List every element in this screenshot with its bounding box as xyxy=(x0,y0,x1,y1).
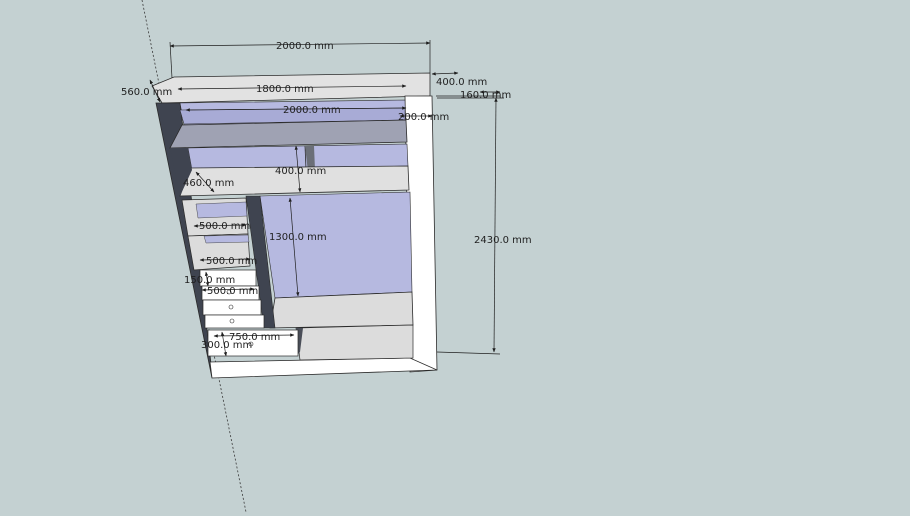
dim-top-width: 2000.0 mm xyxy=(276,41,334,52)
dim-top-depth-left: 560.0 mm xyxy=(121,87,172,98)
top-shelf[interactable] xyxy=(169,119,408,149)
bottom-plinth[interactable] xyxy=(209,357,438,379)
dim-top-depth-right: 400.0 mm xyxy=(436,77,487,88)
dim-bottom-height: 300.0 mm xyxy=(201,340,252,351)
hanging-floor[interactable] xyxy=(269,291,414,329)
wardrobe-3d-model: 2000.0 mm 1800.0 mm 560.0 mm 400.0 mm 16… xyxy=(121,0,532,513)
dim-hanging-height: 1300.0 mm xyxy=(269,232,327,243)
dim-drawer-width-1: 500.0 mm xyxy=(199,221,250,232)
drawer-shelf-2-back xyxy=(203,234,250,244)
dim-drawer-width-3: 500.0 mm xyxy=(207,286,258,297)
dim-drawer-height: 150.0 mm xyxy=(184,275,235,286)
drawer-shelf-1-back xyxy=(195,201,248,219)
dim-upper-shelf-height: 400.0 mm xyxy=(275,166,326,177)
drawer-4[interactable] xyxy=(204,314,265,329)
drawer-knob xyxy=(228,304,234,310)
dim-inner-top-width: 1800.0 mm xyxy=(256,84,314,95)
dim-drawer-width-2: 500.0 mm xyxy=(206,256,257,267)
dim-side-gap: 200.0 mm xyxy=(398,112,449,123)
sketchup-viewport[interactable]: 2000.0 mm 1800.0 mm 560.0 mm 400.0 mm 16… xyxy=(0,0,910,513)
dim-shelf-width: 2000.0 mm xyxy=(283,105,341,116)
dim-upper-shelf-depth: 460.0 mm xyxy=(183,178,234,189)
hanging-back-wall xyxy=(259,191,413,299)
dim-total-height: 2430.0 mm xyxy=(474,235,532,246)
dim-right-side-depth: 160.0 mm xyxy=(460,90,511,101)
bottom-back xyxy=(295,324,414,361)
drawer-knob xyxy=(229,318,235,324)
